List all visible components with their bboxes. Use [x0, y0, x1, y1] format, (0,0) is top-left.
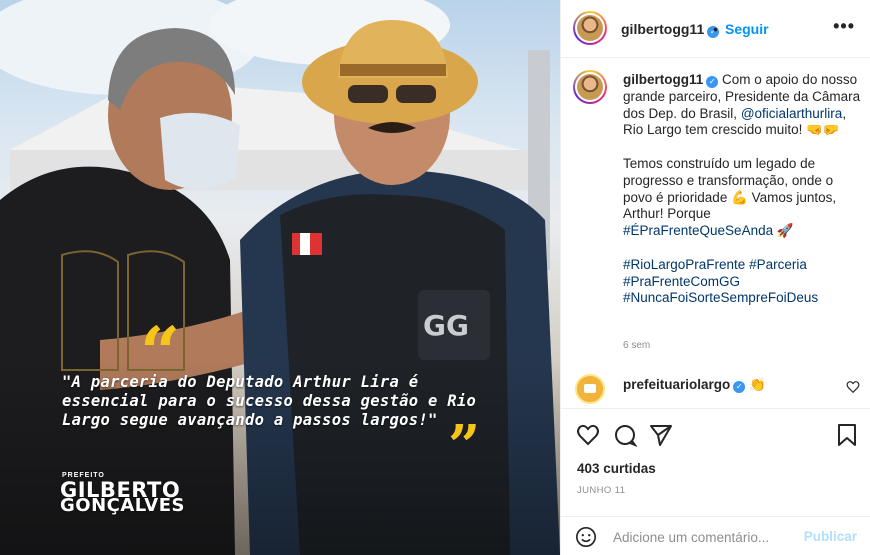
- hashtag-link[interactable]: #RioLargoPraFrente: [623, 257, 745, 272]
- add-comment-bar: Publicar: [561, 516, 870, 555]
- hashtag-link[interactable]: #Parceria: [749, 257, 807, 272]
- hashtag-link[interactable]: #ÉPraFrenteQueSeAnda: [623, 223, 773, 238]
- post-actions-bar: [561, 408, 870, 458]
- post-image[interactable]: GG “ "A parceria do Deputado Arthur Lira…: [0, 0, 560, 555]
- caption-username[interactable]: gilbertogg11: [623, 72, 703, 87]
- comment-item: prefeituariolargo ✓ 👏: [623, 377, 766, 393]
- like-heart-icon[interactable]: [575, 423, 601, 447]
- comment-input[interactable]: [613, 526, 799, 548]
- commenter-username[interactable]: prefeituariolargo: [623, 377, 730, 392]
- caption-text-part4: 🚀: [773, 223, 794, 239]
- comment-like-heart-icon[interactable]: [846, 380, 860, 394]
- commenter-avatar[interactable]: [575, 374, 605, 404]
- verified-badge-icon: ✓: [733, 381, 746, 393]
- post-side-panel: gilbertogg11 ✓ • Seguir ••• gilbertogg11 ✓…: [560, 0, 870, 555]
- vest-badge: GG: [423, 309, 469, 342]
- publish-button[interactable]: Publicar: [804, 529, 857, 544]
- post-caption: gilbertogg11 ✓ Com o apoio do nosso grand…: [623, 72, 863, 324]
- comment-bubble-icon[interactable]: [613, 423, 637, 447]
- verified-badge-icon: ✓: [706, 76, 719, 88]
- hashtag-link[interactable]: #NuncaFoiSorteSempreFoiDeus: [623, 290, 818, 305]
- image-name-last: GONÇALVES: [60, 495, 185, 516]
- caption-author-avatar[interactable]: [573, 70, 607, 104]
- hashtag-link[interactable]: #PraFrenteComGG: [623, 274, 740, 289]
- quote-close-mark: ”: [448, 413, 481, 479]
- author-username-text[interactable]: gilbertogg11: [621, 21, 704, 37]
- comment-text: 👏: [749, 377, 766, 392]
- likes-count[interactable]: 403 curtidas: [577, 461, 656, 476]
- post-header: gilbertogg11 ✓ • Seguir •••: [561, 0, 870, 58]
- header-separator: •: [713, 21, 718, 37]
- author-username[interactable]: gilbertogg11 ✓: [621, 21, 720, 38]
- more-options-icon[interactable]: •••: [833, 16, 855, 37]
- author-avatar[interactable]: [573, 11, 607, 45]
- caption-time-ago[interactable]: 6 sem: [623, 340, 650, 351]
- share-paper-plane-icon[interactable]: [649, 423, 673, 447]
- post-date[interactable]: JUNHO 11: [577, 485, 625, 496]
- follow-button[interactable]: Seguir: [725, 21, 769, 37]
- caption-text-part3: Temos construído um legado de progresso …: [623, 155, 837, 222]
- image-quote: "A parceria do Deputado Arthur Lira é es…: [62, 373, 477, 429]
- emoji-icon[interactable]: [575, 526, 597, 548]
- save-bookmark-icon[interactable]: [837, 423, 857, 447]
- caption-mention-link[interactable]: @oficialarthurlira: [741, 106, 843, 121]
